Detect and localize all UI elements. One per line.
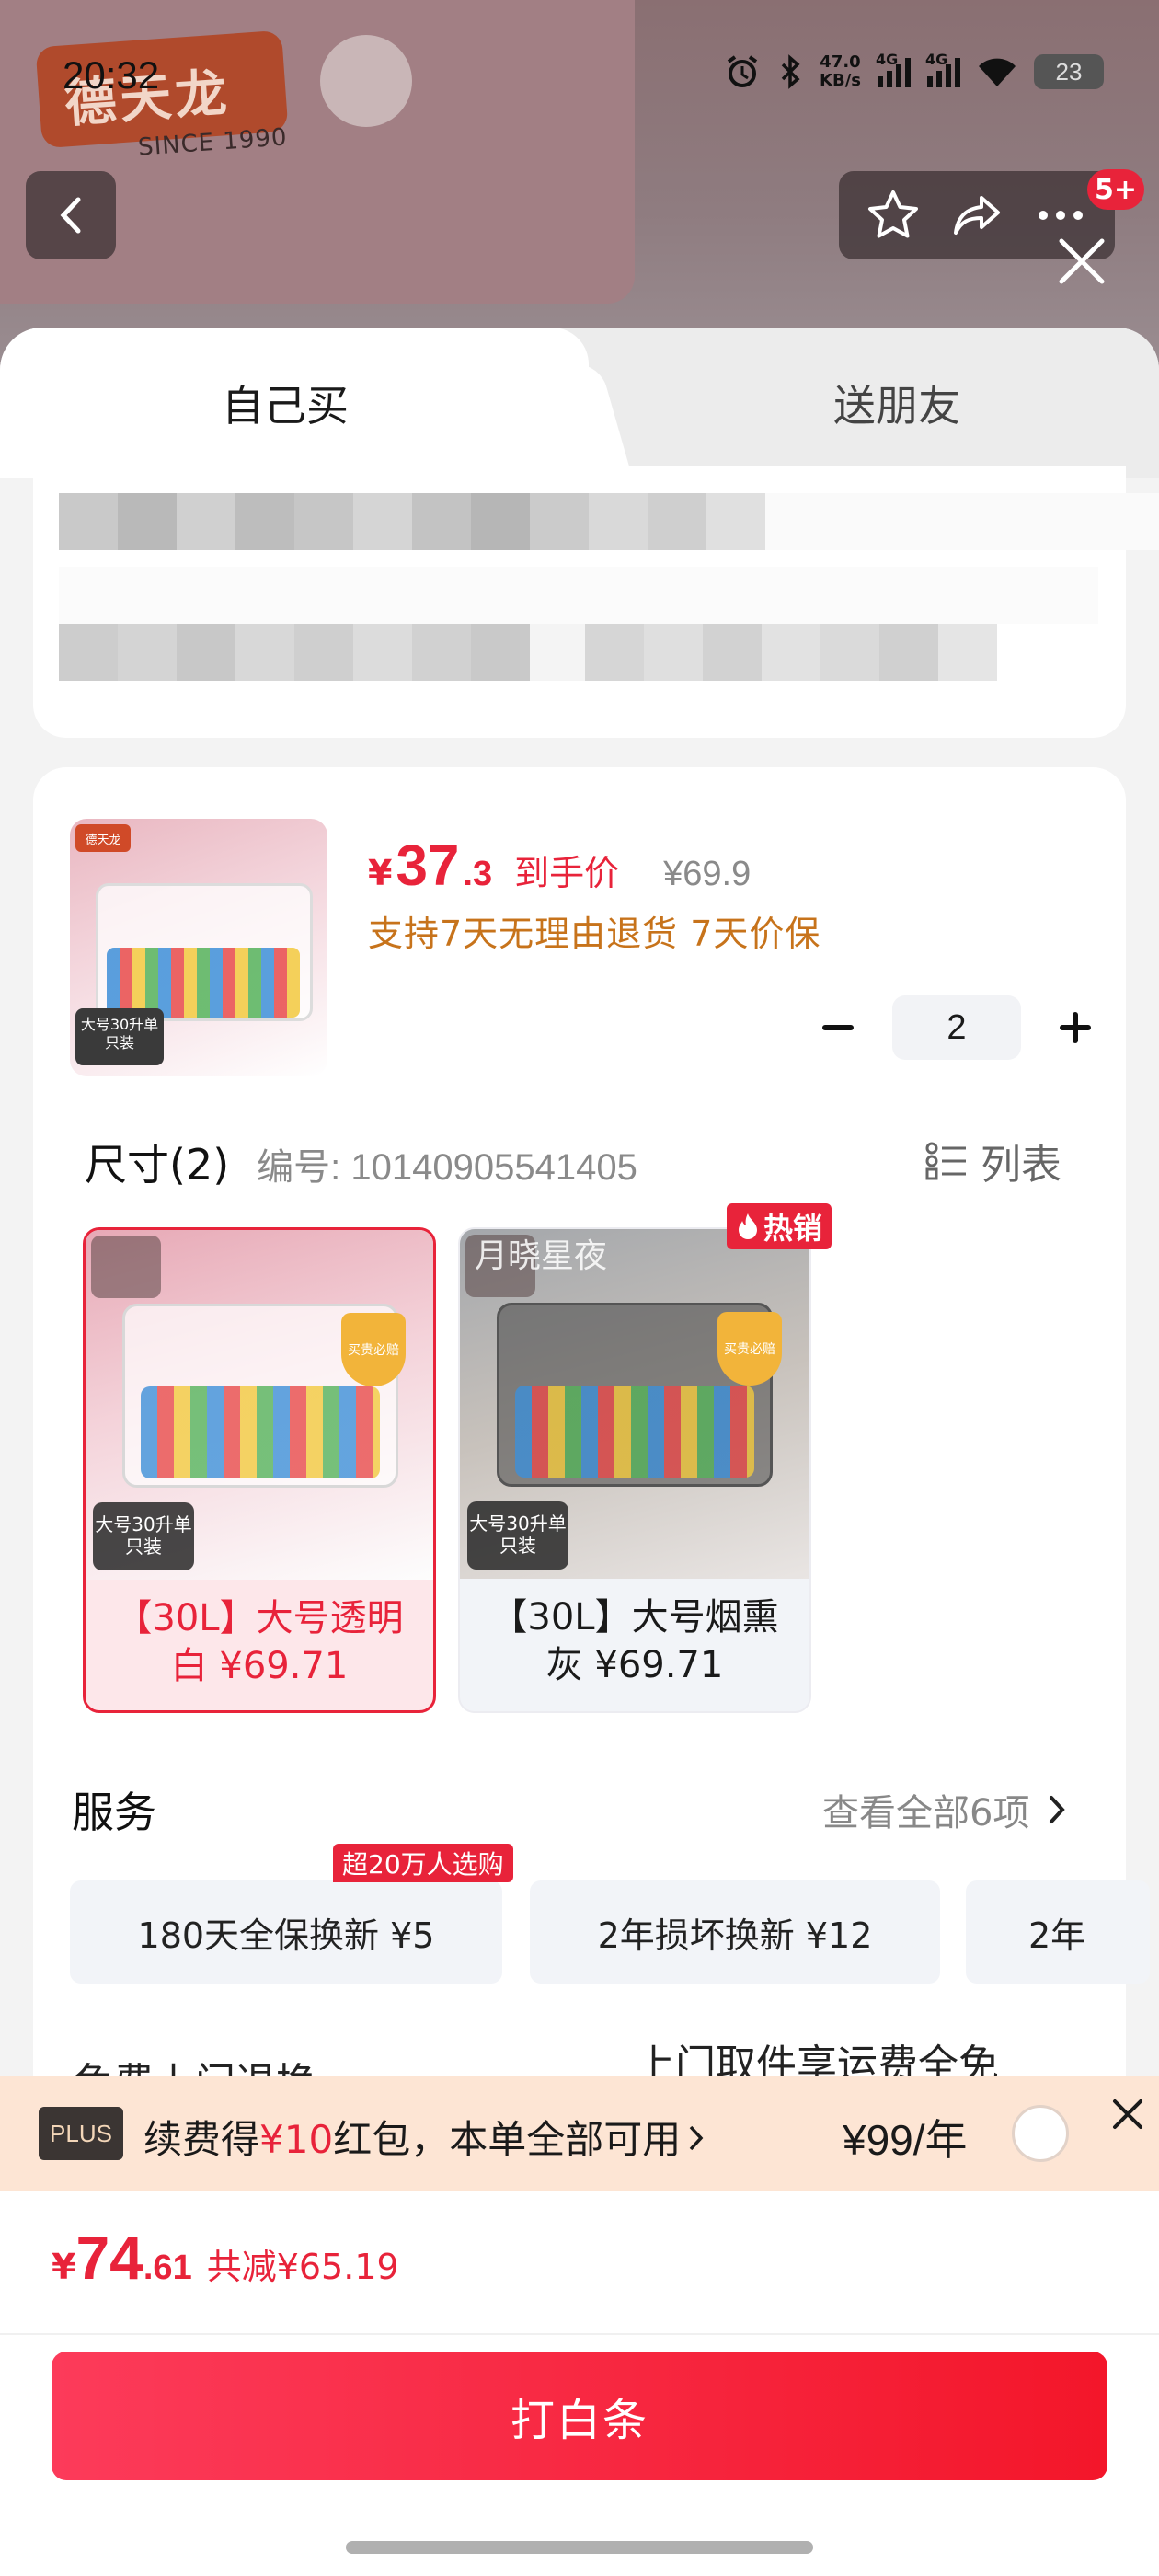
services-title: 服务: [72, 1788, 156, 1837]
network-speed: 47.0 KB/s: [820, 53, 861, 90]
plus-membership-banner[interactable]: PLUS 续费得 ¥10 红包，本单全部可用 ¥99/年: [0, 2076, 1159, 2191]
network-type-1: 4G: [876, 51, 899, 68]
services-view-all-label: 查看全部6项: [822, 1792, 1030, 1834]
total-saved: 共减¥65.19: [206, 2247, 399, 2287]
pay-baitiao-button[interactable]: 打白条: [52, 2352, 1107, 2480]
plus-promo-text: 续费得 ¥10 红包，本单全部可用: [143, 2109, 706, 2165]
total-price: ¥ 74 .61 共减¥65.19: [52, 2223, 399, 2293]
tab-gift-friend[interactable]: 送朋友: [635, 328, 1159, 478]
thumb-logo: 德天龙: [75, 824, 131, 852]
plus-text-amount: ¥10: [259, 2117, 334, 2162]
share-icon[interactable]: [948, 187, 1005, 244]
price-decimal: .3: [463, 855, 493, 893]
address-block-blurred[interactable]: [33, 466, 1159, 738]
battery-icon: 23: [1034, 54, 1104, 89]
option-watermark: 月晓星夜: [475, 1237, 608, 1275]
thumb-size-tag: 大号30升单只装: [75, 1008, 164, 1065]
list-icon: [925, 1142, 966, 1180]
quantity-stepper: 2: [806, 995, 1107, 1060]
plus-text-post: 红包，本单全部可用: [333, 2117, 682, 2162]
option-bricks-image: [515, 1386, 754, 1478]
quantity-increase-button[interactable]: [1043, 995, 1107, 1060]
option-label: 【30L】大号透明白 ¥69.71: [115, 1597, 404, 1687]
total-decimal: .61: [143, 2248, 192, 2287]
signal-icon-2: 4G: [925, 51, 960, 87]
status-time: 20:32: [63, 53, 160, 97]
minus-icon: [822, 1025, 854, 1030]
services-view-all[interactable]: 查看全部6项: [822, 1783, 1066, 1836]
total-currency: ¥: [52, 2247, 76, 2287]
size-title: 尺寸(2): [85, 1140, 230, 1190]
thumb-bricks-image: [107, 948, 300, 1018]
size-option-white[interactable]: 买贵必赔 大号30升单只装 【30L】大号透明白 ¥69.71: [83, 1227, 436, 1713]
hot-sale-badge: 热销: [727, 1203, 832, 1249]
price-label: 到手价: [514, 853, 620, 893]
signal-icon-1: 4G: [876, 51, 911, 87]
network-type-2: 4G: [925, 51, 948, 68]
close-icon[interactable]: [1109, 2096, 1146, 2133]
quantity-value[interactable]: 2: [892, 995, 1021, 1060]
guarantee-shield-icon: 买贵必赔: [717, 1312, 782, 1386]
star-icon[interactable]: [865, 187, 922, 244]
close-icon[interactable]: [1056, 236, 1107, 287]
chevron-left-icon: [60, 197, 81, 234]
price-integer: 37: [396, 834, 460, 898]
size-option-gray[interactable]: 买贵必赔 月晓星夜 大号30升单只装 【30L】大号烟熏灰 ¥69.71: [458, 1227, 811, 1713]
service-popular-badge: 超20万人选购: [333, 1844, 513, 1882]
status-icons: 47.0 KB/s 4G 4G 23: [724, 51, 1104, 90]
bluetooth-icon: [781, 54, 800, 89]
address-blur-line-1: [59, 493, 1159, 550]
option-logo-corner: [91, 1236, 161, 1298]
plus-select-radio[interactable]: [1012, 2105, 1069, 2162]
flame-icon: [739, 1213, 757, 1239]
alarm-icon: [727, 55, 758, 87]
product-thumbnail[interactable]: 德天龙 大号30升单只装: [70, 819, 327, 1076]
service-option-2yr-damage[interactable]: 2年损坏换新 ¥12: [530, 1880, 940, 1984]
guarantee-shield-icon: 买贵必赔: [341, 1313, 406, 1386]
total-integer: 74: [75, 2224, 143, 2292]
price-currency: ¥: [368, 853, 393, 893]
option-size-tag: 大号30升单只装: [93, 1502, 194, 1570]
wifi-icon: [979, 58, 1016, 86]
purchase-tabs: 自己买 送朋友: [0, 328, 1159, 478]
size-header: 尺寸(2) 编号: 10140905541405: [85, 1132, 637, 1192]
price-line: ¥ 37 .3 到手价 ¥69.9: [368, 834, 751, 899]
plus-text-pre: 续费得: [143, 2117, 260, 2162]
hot-sale-label: 热销: [763, 1211, 823, 1246]
address-blur-line-2: [59, 567, 1098, 624]
tab-buy-self[interactable]: 自己买: [0, 328, 589, 478]
hero-knob-image: [320, 35, 412, 127]
checkout-footer: ¥ 74 .61 共减¥65.19 打白条: [0, 2191, 1159, 2576]
tab-buy-self-label: 自己买: [222, 381, 349, 431]
network-speed-value: 47.0: [820, 52, 861, 72]
plus-price: ¥99/年: [843, 2116, 968, 2164]
product-code: 编号: 10140905541405: [257, 1147, 637, 1188]
network-speed-unit: KB/s: [820, 71, 861, 90]
option-bricks-image: [141, 1386, 380, 1478]
chevron-right-icon: [689, 2125, 704, 2151]
divider: [0, 2333, 1159, 2335]
plus-badge: PLUS: [39, 2107, 123, 2160]
return-policy-text: 支持7天无理由退货 7天价保: [368, 914, 821, 954]
address-blur-line-3: [59, 624, 997, 681]
list-view-toggle[interactable]: 列表: [925, 1132, 1061, 1190]
chevron-right-icon: [1050, 1796, 1066, 1823]
quantity-decrease-button[interactable]: [806, 995, 870, 1060]
option-label: 【30L】大号烟熏灰 ¥69.71: [490, 1596, 779, 1686]
plus-icon: [1060, 1012, 1091, 1043]
home-indicator[interactable]: [346, 2541, 813, 2554]
message-count-badge: 5+: [1087, 169, 1145, 210]
back-button[interactable]: [26, 171, 116, 259]
original-price: ¥69.9: [663, 855, 752, 893]
service-option-180day[interactable]: 180天全保换新 ¥5: [70, 1880, 502, 1984]
list-view-label: 列表: [981, 1142, 1061, 1189]
service-option-2yr[interactable]: 2年: [966, 1880, 1150, 1984]
option-size-tag: 大号30升单只装: [467, 1501, 568, 1570]
